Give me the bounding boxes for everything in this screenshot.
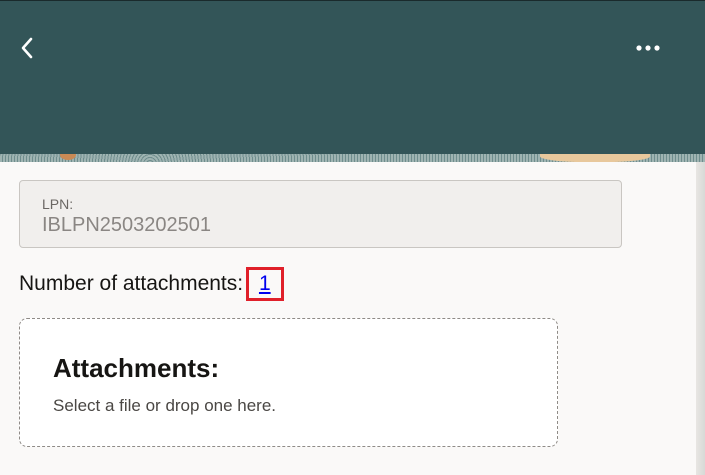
lpn-label: LPN: xyxy=(42,196,74,212)
scroll-edge xyxy=(696,162,705,475)
attachments-count-row: Number of attachments: 1 xyxy=(19,267,284,301)
chevron-left-icon xyxy=(21,37,33,59)
pattern-shape xyxy=(540,154,650,162)
dropzone-subtitle: Select a file or drop one here. xyxy=(53,396,277,415)
more-options-button[interactable] xyxy=(630,33,666,63)
back-button[interactable] xyxy=(12,33,42,63)
ellipsis-icon xyxy=(636,45,660,51)
lpn-value: IBLPN2503202501 xyxy=(42,214,212,236)
attachments-count-label: Number of attachments: xyxy=(19,272,244,295)
lpn-field: LPN: IBLPN2503202501 xyxy=(19,180,622,248)
dropzone-title: Attachments: xyxy=(53,353,220,383)
attachments-count-link[interactable]: 1 xyxy=(246,267,284,301)
page-header xyxy=(0,0,705,154)
pattern-shape xyxy=(60,154,76,160)
header-decorative-pattern xyxy=(0,154,705,162)
app-window: LPN: IBLPN2503202501 Number of attachmen… xyxy=(0,0,705,475)
attachments-dropzone[interactable]: Attachments: Select a file or drop one h… xyxy=(19,318,558,447)
content-panel: LPN: IBLPN2503202501 Number of attachmen… xyxy=(0,162,696,475)
